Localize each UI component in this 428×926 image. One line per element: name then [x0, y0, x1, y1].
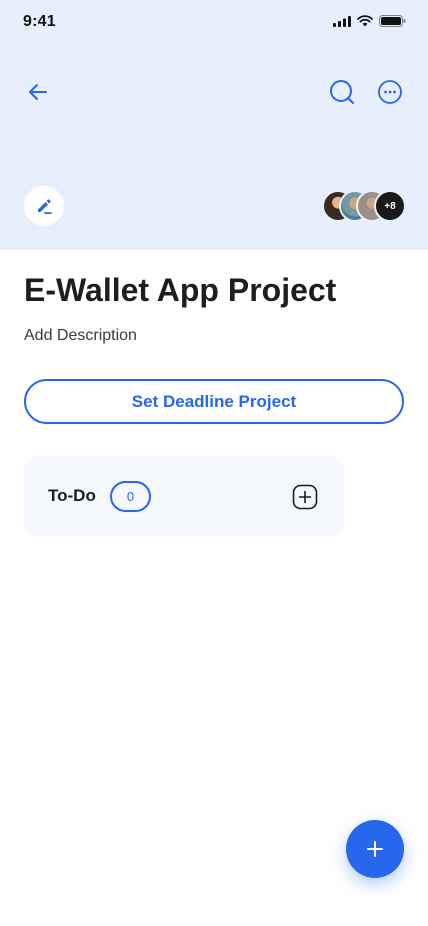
plus-square-icon: [292, 484, 318, 510]
more-members-badge: +8: [374, 190, 406, 222]
cellular-signal-icon: [333, 15, 351, 27]
back-button[interactable]: [22, 76, 54, 108]
more-horizontal-icon: [378, 80, 402, 104]
edit-project-button[interactable]: [24, 186, 64, 226]
arrow-left-icon: [29, 84, 47, 100]
member-avatars[interactable]: +8: [322, 190, 406, 222]
search-icon: [330, 80, 354, 104]
status-icons: [333, 15, 406, 27]
add-description-link[interactable]: Add Description: [24, 327, 137, 345]
column-count-badge: 0: [110, 481, 151, 512]
plus-icon: [367, 841, 383, 857]
search-button[interactable]: [326, 76, 358, 108]
pencil-icon: [38, 199, 52, 214]
project-title: E-Wallet App Project: [24, 272, 337, 308]
project-header: 9:41 +8: [0, 0, 428, 250]
todo-column-card: To-Do 0: [24, 456, 344, 536]
column-label: To-Do: [48, 486, 96, 505]
add-task-button[interactable]: [292, 484, 318, 510]
wifi-icon: [357, 15, 373, 27]
set-deadline-button[interactable]: Set Deadline Project: [24, 379, 404, 424]
more-options-button[interactable]: [374, 76, 406, 108]
add-floating-button[interactable]: [346, 820, 404, 878]
status-time: 9:41: [23, 13, 56, 30]
battery-icon: [379, 15, 406, 27]
status-bar: 9:41: [0, 0, 428, 44]
